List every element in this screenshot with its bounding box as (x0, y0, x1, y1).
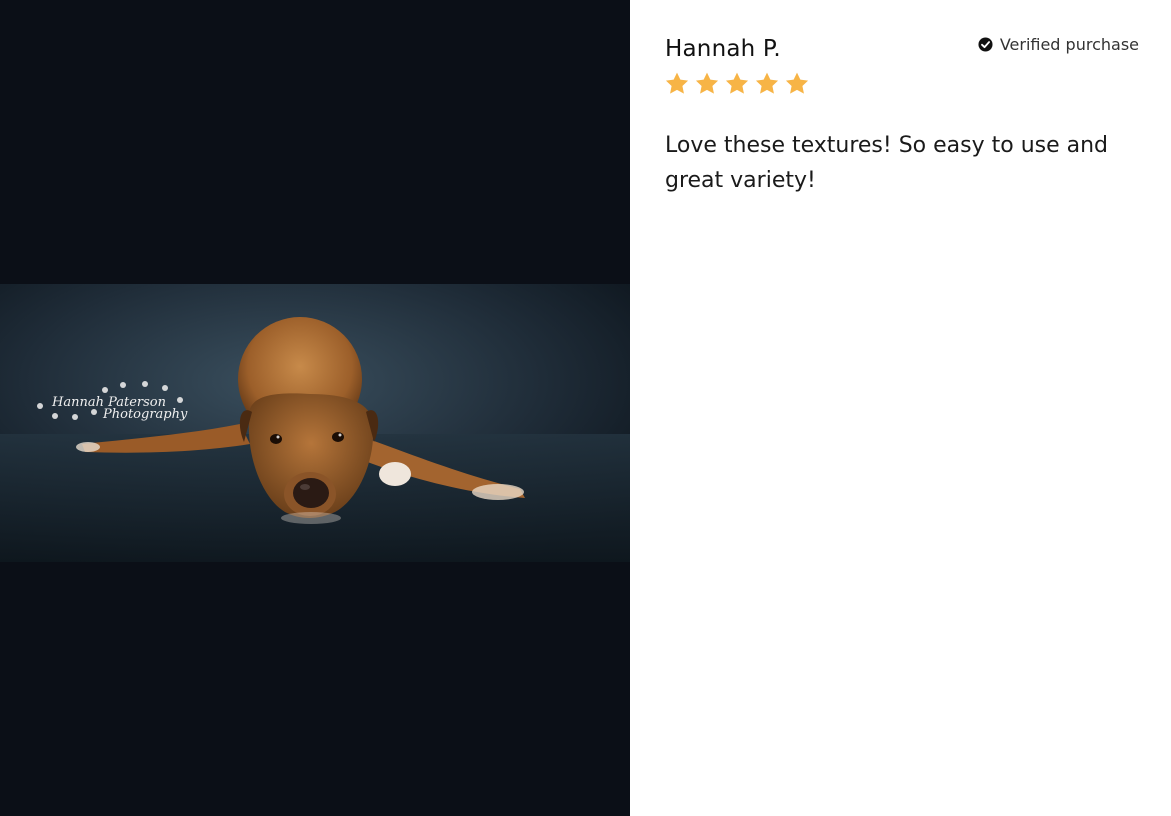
star-icon (665, 72, 689, 94)
star-icon (725, 72, 749, 94)
reviewer-name: Hannah P. (665, 36, 781, 62)
verified-purchase-badge: Verified purchase (978, 35, 1139, 54)
review-media-pane: Hannah Paterson Photography (0, 0, 630, 816)
star-icon (695, 72, 719, 94)
star-icon (755, 72, 779, 94)
star-rating (664, 71, 810, 97)
review-body-text: Love these textures! So easy to use and … (665, 133, 1109, 193)
verified-purchase-label: Verified purchase (999, 35, 1139, 54)
check-circle-icon (978, 37, 993, 52)
watermark-line-2: Photography (102, 407, 188, 422)
review-photo[interactable]: Hannah Paterson Photography (0, 284, 630, 562)
review-content-pane: Hannah P. Verified purchase Love these t… (630, 0, 1171, 816)
star-icon (785, 72, 809, 94)
review-modal: Hannah Paterson Photography Hannah P. Ve… (0, 0, 1171, 816)
